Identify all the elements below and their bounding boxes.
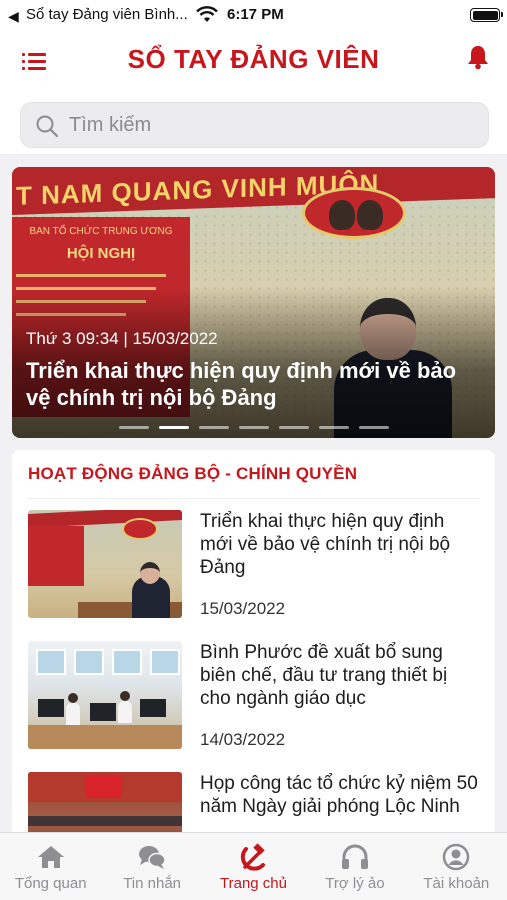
news-section: HOẠT ĐỘNG ĐẢNG BỘ - CHÍNH QUYỀN Triển kh… [12, 450, 495, 840]
chat-icon [139, 846, 166, 869]
news-date: 14/03/2022 [200, 730, 286, 749]
tab-assistant[interactable]: Trợ lý ảo [304, 833, 405, 900]
carousel-indicators [12, 426, 495, 429]
section-title: HOẠT ĐỘNG ĐẢNG BỘ - CHÍNH QUYỀN [28, 464, 358, 483]
carousel-dot[interactable] [238, 426, 269, 429]
headphones-icon [341, 844, 368, 869]
tab-overview[interactable]: Tổng quan [0, 833, 101, 900]
tab-label: Trang chủ [220, 875, 287, 892]
tab-messages[interactable]: Tin nhắn [101, 833, 202, 900]
news-item[interactable]: Bình Phước đề xuất bổ sung biên chế, đầu… [28, 641, 479, 753]
page-title: SỔ TAY ĐẢNG VIÊN [127, 44, 380, 74]
news-date: 15/03/2022 [200, 599, 286, 618]
wifi-icon [196, 6, 218, 22]
tab-account[interactable]: Tài khoản [406, 833, 507, 900]
back-arrow-icon[interactable]: ◀ [8, 8, 19, 25]
carousel-dot[interactable] [358, 426, 389, 429]
tab-label: Tổng quan [14, 875, 87, 892]
news-item[interactable]: Triển khai thực hiện quy định mới về bảo… [28, 510, 479, 622]
hero-title[interactable]: Triển khai thực hiện quy định mới về bảo… [26, 357, 486, 411]
carousel-dot[interactable] [318, 426, 349, 429]
hammer-sickle-icon [240, 843, 265, 871]
status-bar: ◀ Sổ tay Đảng viên Bình... 6:17 PM [0, 0, 507, 32]
app-header: SỔ TAY ĐẢNG VIÊN [0, 32, 507, 154]
tab-home[interactable]: Trang chủ [203, 833, 304, 900]
back-app-label[interactable]: Sổ tay Đảng viên Bình... [26, 6, 188, 23]
hero-date: Thứ 3 09:34 | 15/03/2022 [26, 329, 218, 348]
carousel-dot[interactable] [278, 426, 309, 429]
news-title[interactable]: Họp công tác tổ chức kỷ niệm 50 năm Ngày… [200, 772, 480, 818]
clock: 6:17 PM [227, 6, 284, 23]
search-icon [36, 115, 59, 138]
bottom-tab-bar: Tổng quan Tin nhắn Trang chủ Trợ lý ảo T… [0, 832, 507, 900]
featured-carousel[interactable]: T NAM QUANG VINH MUÔN BAN TỔ CHỨC TRUNG … [12, 167, 495, 438]
tab-label: Tin nhắn [123, 875, 182, 892]
tab-label: Trợ lý ảo [325, 875, 385, 892]
news-thumbnail[interactable] [28, 641, 182, 749]
carousel-dot-active[interactable] [158, 426, 189, 429]
tab-label: Tài khoản [423, 875, 490, 892]
carousel-dot[interactable] [118, 426, 149, 429]
news-item[interactable]: Họp công tác tổ chức kỷ niệm 50 năm Ngày… [28, 772, 479, 840]
battery-icon [470, 8, 503, 22]
home-icon [37, 846, 64, 868]
party-emblem-image [302, 187, 406, 239]
news-thumbnail[interactable] [28, 772, 182, 840]
news-title[interactable]: Triển khai thực hiện quy định mới về bảo… [200, 510, 480, 579]
bell-icon[interactable] [465, 44, 491, 70]
search-bar[interactable] [20, 102, 489, 148]
search-input[interactable] [69, 103, 469, 147]
section-divider [28, 498, 479, 499]
carousel-dot[interactable] [198, 426, 229, 429]
account-icon [443, 843, 470, 871]
news-title[interactable]: Bình Phước đề xuất bổ sung biên chế, đầu… [200, 641, 480, 710]
news-thumbnail[interactable] [28, 510, 182, 618]
